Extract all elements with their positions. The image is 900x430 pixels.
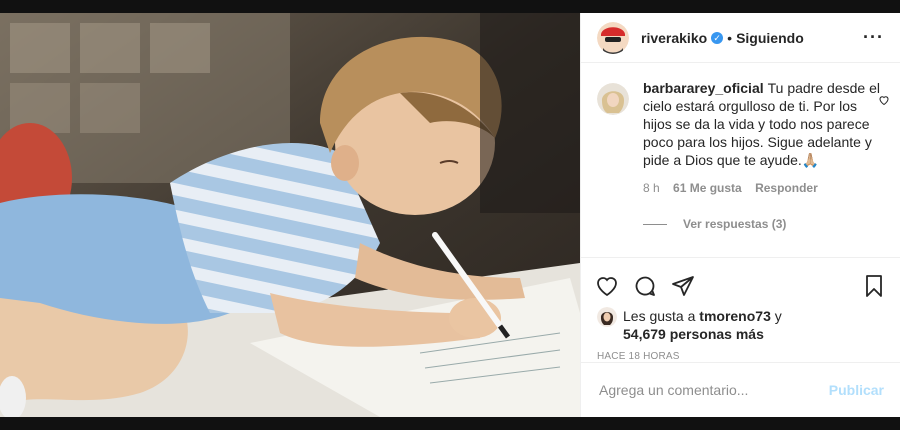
likes-summary: Les gusta a tmoreno73 y 54,679 personas … (581, 303, 900, 343)
bookmark-icon[interactable] (862, 274, 886, 298)
comment-bubble-icon[interactable] (633, 274, 657, 298)
comment-username[interactable]: barbararey_oficial (643, 80, 764, 96)
commenter-avatar[interactable] (597, 83, 629, 115)
comment-likes-count[interactable]: 61 Me gusta (673, 181, 742, 195)
view-replies-label[interactable]: Ver respuestas (3) (683, 217, 786, 231)
liker-avatar[interactable] (597, 307, 617, 327)
instagram-post: riverakiko ✓ • Siguiendo ··· barbararey_… (0, 0, 900, 430)
post-timestamp[interactable]: HACE 18 HORAS (581, 343, 900, 362)
publish-button[interactable]: Publicar (829, 382, 884, 398)
post-photo[interactable] (0, 13, 580, 417)
likes-conjunction: y (774, 308, 782, 324)
reply-button[interactable]: Responder (755, 181, 818, 195)
post-side-panel: riverakiko ✓ • Siguiendo ··· barbararey_… (580, 13, 900, 417)
likes-prefix: Les gusta a (623, 308, 696, 324)
verified-badge-icon: ✓ (711, 31, 724, 44)
comment-input[interactable] (597, 381, 829, 399)
share-paper-plane-icon[interactable] (671, 274, 695, 298)
separator-dot: • (727, 29, 733, 46)
comment-meta: 8 h 61 Me gusta Responder (643, 181, 884, 195)
likes-others-count[interactable]: 54,679 personas más (623, 326, 764, 342)
post-actions-bar (581, 257, 900, 303)
author-username[interactable]: riverakiko (641, 30, 707, 46)
liker-username[interactable]: tmoreno73 (699, 308, 771, 324)
view-replies-button[interactable]: Ver respuestas (3) (643, 217, 884, 231)
post-header: riverakiko ✓ • Siguiendo ··· (581, 13, 900, 63)
comment-like-heart-icon[interactable] (878, 93, 890, 111)
author-avatar[interactable] (597, 21, 629, 54)
more-options-icon[interactable]: ··· (863, 27, 884, 48)
comment-item: barbararey_oficial Tu padre desde el ciel… (597, 79, 884, 169)
comments-section: barbararey_oficial Tu padre desde el ciel… (581, 63, 900, 257)
following-button[interactable]: Siguiendo (736, 30, 804, 46)
replies-divider-line (643, 223, 667, 225)
comment-body: barbararey_oficial Tu padre desde el ciel… (643, 79, 883, 169)
add-comment-bar: Publicar (581, 362, 900, 417)
comment-time: 8 h (643, 181, 660, 195)
like-heart-icon[interactable] (595, 274, 619, 298)
likes-text: Les gusta a tmoreno73 y 54,679 personas … (623, 307, 782, 343)
